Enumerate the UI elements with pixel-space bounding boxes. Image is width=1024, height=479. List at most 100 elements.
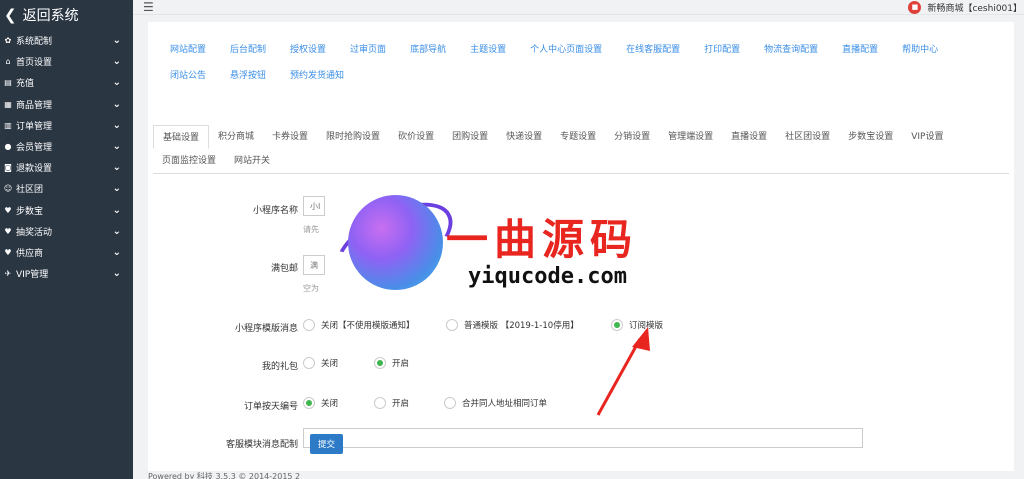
tab[interactable]: 过审页面 bbox=[338, 42, 398, 55]
tab[interactable]: VIP设置 bbox=[902, 125, 952, 149]
tab[interactable]: 在线客服配置 bbox=[614, 42, 692, 55]
watermark-title: 一曲源码 bbox=[446, 215, 639, 264]
sidebar-item[interactable]: ♥ 供应商 ⌄ bbox=[0, 242, 133, 263]
my-gift-radio-on[interactable]: 开启 bbox=[374, 357, 409, 369]
my-gift-label: 我的礼包 bbox=[261, 362, 298, 372]
tab[interactable]: 帮助中心 bbox=[890, 42, 950, 55]
chevron-down-icon: ⌄ bbox=[112, 204, 121, 216]
recharge-icon: ▤ bbox=[4, 78, 12, 88]
sidebar-item[interactable]: ✿ 系统配制 ⌄ bbox=[0, 30, 133, 51]
tab[interactable]: 物流查询配置 bbox=[752, 42, 830, 55]
sidebar-item[interactable]: ☺ 社区团 ⌄ bbox=[0, 178, 133, 199]
tab[interactable]: 网站配置 bbox=[158, 42, 218, 55]
sidebar-item-label: 订单管理 bbox=[16, 121, 53, 132]
sidebar-item[interactable]: ✈ VIP管理 ⌄ bbox=[0, 263, 133, 284]
tab[interactable]: 授权设置 bbox=[278, 42, 338, 55]
tab[interactable]: 直播配置 bbox=[830, 42, 890, 55]
submit-button[interactable]: 提交 bbox=[310, 434, 344, 454]
template-msg-radio-off[interactable]: 关闭【不使用模版通知】 bbox=[303, 319, 415, 331]
sidebar: ❮ 返回系统 ✿ 系统配制 ⌄ ⌂ 首页设置 ⌄ ▤ 充值 ⌄ ▦ 商品管理 ⌄ ▥ 订单管理 ⌄ ● 会员管理… bbox=[0, 0, 133, 479]
tab[interactable]: 步数宝设置 bbox=[839, 125, 902, 149]
chevron-down-icon: ⌄ bbox=[112, 183, 121, 195]
community-icon: ☺ bbox=[3, 184, 13, 194]
back-to-system-link[interactable]: ❮ 返回系统 bbox=[0, 0, 133, 30]
miniapp-name-input[interactable]: 小I bbox=[303, 196, 325, 216]
tab[interactable]: 预约发货通知 bbox=[278, 68, 356, 81]
free-shipping-help: 空为 bbox=[303, 284, 319, 293]
chevron-left-icon: ❮ bbox=[4, 6, 17, 24]
tab-row: 基础设置 积分商城 卡券设置 限时抢购设置 砍价设置 团购设置 快递设置 专题设置 分销设置 管理… bbox=[153, 125, 1009, 149]
tab-row: 页面监控设置 网站开关 bbox=[153, 149, 1009, 173]
sidebar-item[interactable]: ♥ 抽奖活动 ⌄ bbox=[0, 221, 133, 242]
refund-icon: ◙ bbox=[4, 163, 12, 173]
sidebar-item[interactable]: ♥ 步数宝 ⌄ bbox=[0, 200, 133, 221]
tab[interactable]: 团购设置 bbox=[443, 125, 497, 149]
chevron-down-icon: ⌄ bbox=[112, 98, 121, 110]
tab[interactable]: 分销设置 bbox=[605, 125, 659, 149]
footer: Powered by 科技 3.5.3 © 2014-2015 2 bbox=[148, 472, 301, 479]
plane-icon: ✈ bbox=[4, 269, 12, 279]
template-msg-radio-normal[interactable]: 普通模版 【2019-1-10停用】 bbox=[446, 319, 579, 331]
sidebar-item-label: 抽奖活动 bbox=[16, 227, 53, 238]
chevron-down-icon: ⌄ bbox=[112, 225, 121, 237]
watermark-url: yiqucode.com bbox=[468, 264, 627, 289]
tab[interactable]: 基础设置 bbox=[153, 125, 210, 149]
tab-row: 闭站公告 悬浮按钮 预约发货通知 bbox=[158, 62, 1008, 86]
order-icon: ▥ bbox=[4, 120, 12, 130]
hamburger-menu-icon[interactable]: ☰ bbox=[143, 1, 154, 13]
user-menu[interactable]: ■ 新畅商城【ceshi001】 bbox=[908, 0, 1022, 14]
tab[interactable]: 页面监控设置 bbox=[153, 149, 225, 173]
chevron-down-icon: ⌄ bbox=[112, 77, 121, 89]
tab[interactable]: 限时抢购设置 bbox=[317, 125, 389, 149]
member-icon: ● bbox=[4, 142, 12, 152]
order-daily-no-radio-off[interactable]: 关闭 bbox=[303, 397, 338, 409]
tab[interactable]: 底部导航 bbox=[398, 42, 458, 55]
template-msg-label: 小程序模版消息 bbox=[234, 324, 298, 334]
sidebar-item[interactable]: ▤ 充值 ⌄ bbox=[0, 72, 133, 93]
heart-icon: ♥ bbox=[4, 247, 12, 257]
tab[interactable]: 管理端设置 bbox=[659, 125, 722, 149]
order-daily-no-radio-merge[interactable]: 合并同人地址相同订单 bbox=[444, 397, 547, 409]
tab[interactable]: 后台配制 bbox=[218, 42, 278, 55]
sidebar-item[interactable]: ◙ 退款设置 ⌄ bbox=[0, 157, 133, 178]
annotation-arrow-icon bbox=[596, 327, 650, 416]
sidebar-item[interactable]: ▥ 订单管理 ⌄ bbox=[0, 115, 133, 136]
chevron-down-icon: ⌄ bbox=[112, 162, 121, 174]
secondary-tabs: 基础设置 积分商城 卡券设置 限时抢购设置 砍价设置 团购设置 快递设置 专题设置 分销设置 管理… bbox=[153, 125, 1009, 174]
tab[interactable]: 直播设置 bbox=[722, 125, 776, 149]
tab[interactable]: 悬浮按钮 bbox=[218, 68, 278, 81]
tab[interactable]: 社区团设置 bbox=[776, 125, 839, 149]
tab[interactable]: 网站开关 bbox=[225, 149, 279, 173]
tab[interactable]: 卡券设置 bbox=[263, 125, 317, 149]
chevron-down-icon: ⌄ bbox=[112, 141, 121, 153]
order-daily-no-label: 订单按天编号 bbox=[243, 402, 298, 412]
radio-off-icon bbox=[303, 357, 315, 369]
cs-module-input[interactable] bbox=[303, 428, 863, 448]
sidebar-item-label: 首页设置 bbox=[16, 58, 53, 69]
sidebar-item[interactable]: ▦ 商品管理 ⌄ bbox=[0, 94, 133, 115]
gear-icon: ✿ bbox=[4, 36, 12, 46]
sidebar-item-label: 社区团 bbox=[16, 185, 44, 196]
sidebar-item-label: 充值 bbox=[16, 79, 35, 90]
free-shipping-input[interactable]: 满 bbox=[303, 255, 325, 275]
sidebar-item[interactable]: ● 会员管理 ⌄ bbox=[0, 136, 133, 157]
tab[interactable]: 主题设置 bbox=[458, 42, 518, 55]
sidebar-item-label: 商品管理 bbox=[16, 100, 53, 111]
sidebar-item-label: 系统配制 bbox=[16, 37, 53, 48]
radio-off-icon bbox=[446, 319, 458, 331]
miniapp-name-help: 请先 bbox=[303, 225, 319, 234]
sidebar-item-label: 退款设置 bbox=[16, 164, 53, 175]
heart-icon: ♥ bbox=[4, 226, 12, 236]
tab[interactable]: 个人中心页面设置 bbox=[518, 42, 614, 55]
tab[interactable]: 积分商城 bbox=[209, 125, 263, 149]
chevron-down-icon: ⌄ bbox=[112, 119, 121, 131]
tab[interactable]: 快递设置 bbox=[497, 125, 551, 149]
tab[interactable]: 砍价设置 bbox=[389, 125, 443, 149]
sidebar-item[interactable]: ⌂ 首页设置 ⌄ bbox=[0, 51, 133, 72]
order-daily-no-radio-on[interactable]: 开启 bbox=[374, 397, 409, 409]
tab[interactable]: 专题设置 bbox=[551, 125, 605, 149]
sidebar-item-label: 步数宝 bbox=[16, 206, 44, 217]
my-gift-radio-off[interactable]: 关闭 bbox=[303, 357, 338, 369]
tab[interactable]: 打印配置 bbox=[692, 42, 752, 55]
tab[interactable]: 闭站公告 bbox=[158, 68, 218, 81]
